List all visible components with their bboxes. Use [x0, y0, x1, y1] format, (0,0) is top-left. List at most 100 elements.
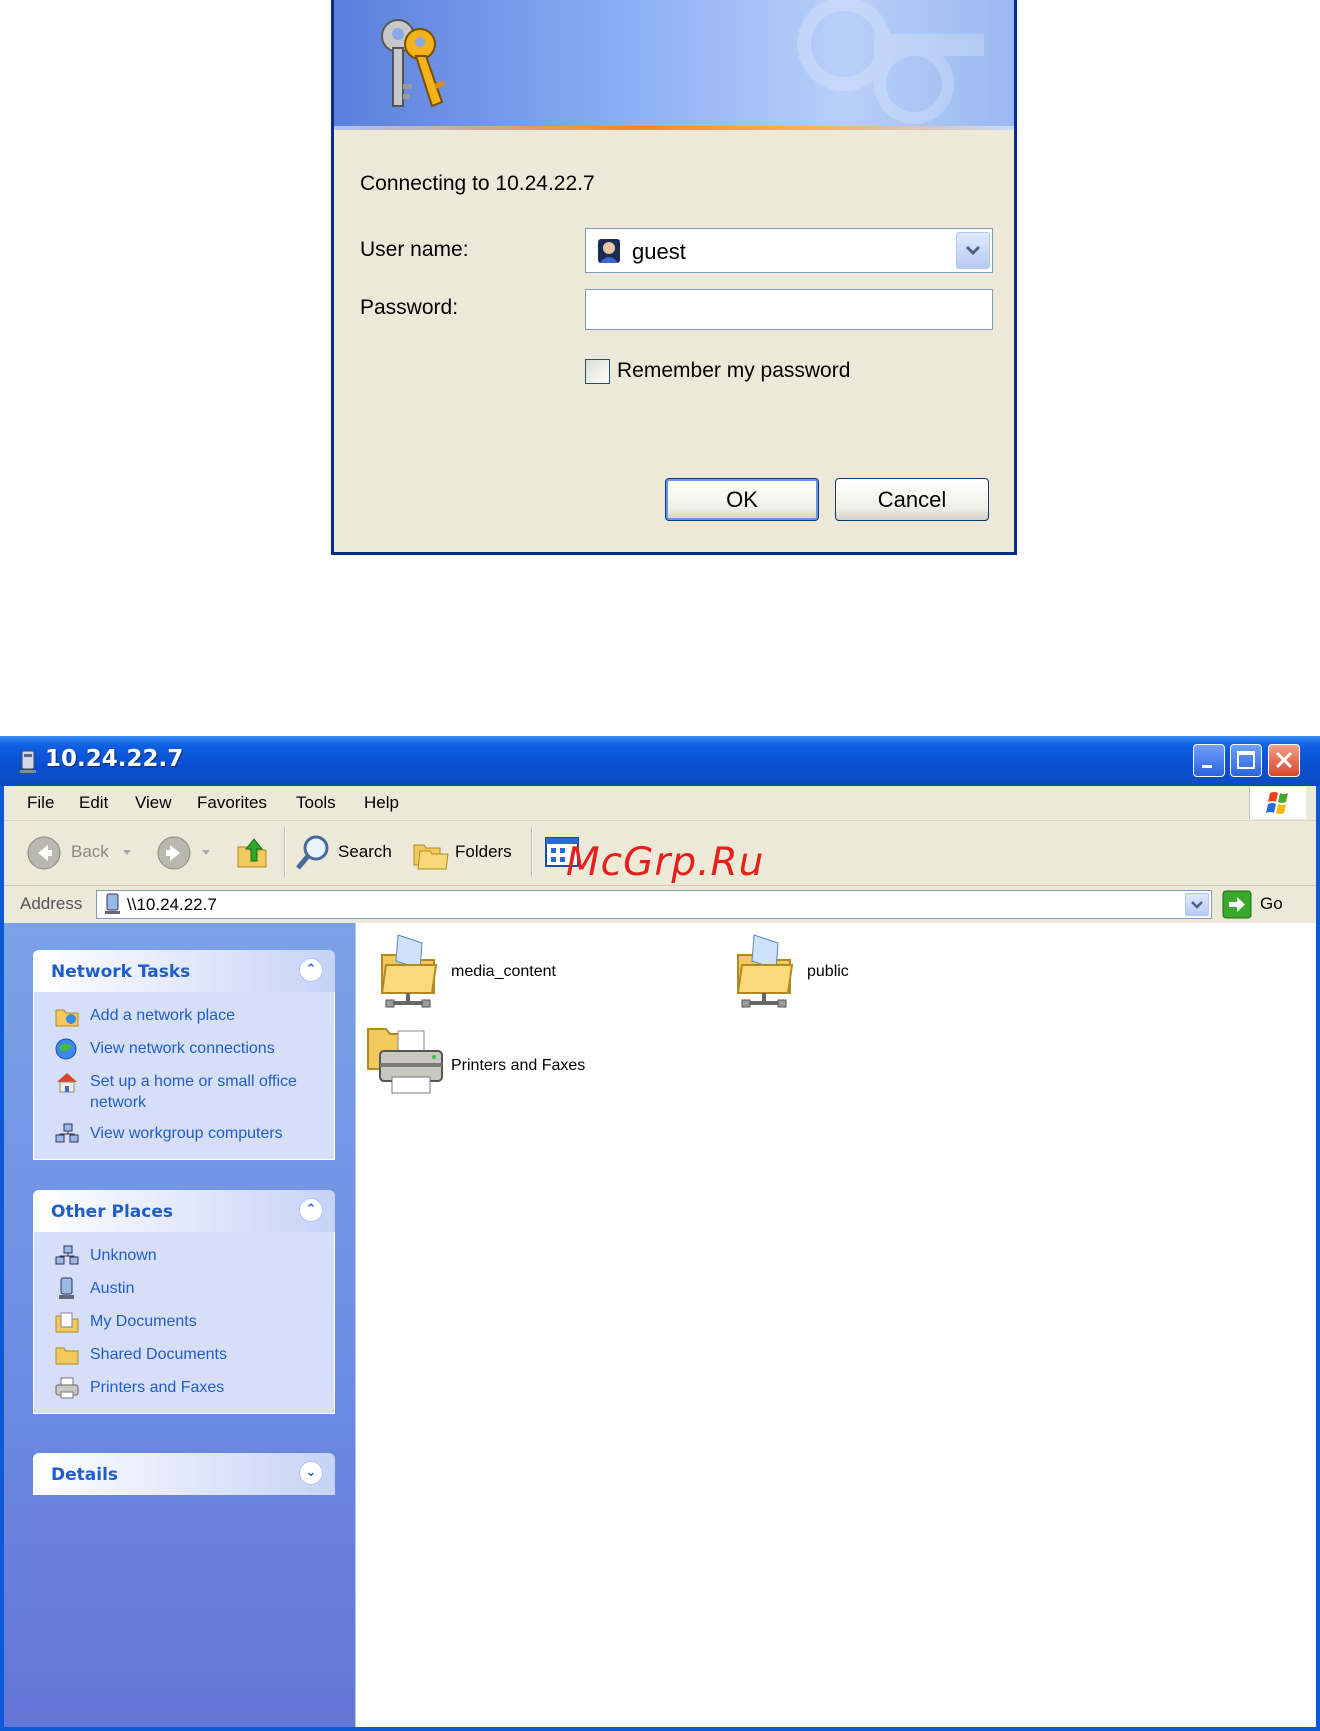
explorer-window: 10.24.22.7 File Edit View Favorites Tool…	[0, 736, 1320, 1731]
menu-bar: File Edit View Favorites Tools Help	[4, 786, 1316, 821]
menu-file[interactable]: File	[27, 793, 54, 813]
task-add-network-place[interactable]: Add a network place	[34, 1000, 334, 1033]
item-label: Printers and Faxes	[451, 1057, 586, 1074]
printers-and-faxes-folder[interactable]: Printers and Faxes	[366, 1019, 686, 1099]
window-title: 10.24.22.7	[45, 746, 184, 772]
printers-folder-icon	[367, 1028, 443, 1094]
network-tasks-title: Network Tasks	[51, 962, 191, 982]
toolbar-separator	[531, 827, 533, 877]
password-label: Password:	[360, 296, 459, 319]
maximize-button[interactable]	[1230, 744, 1262, 777]
minimize-button[interactable]	[1193, 744, 1225, 777]
go-button[interactable]: Go	[1222, 890, 1312, 919]
remember-password-checkbox[interactable]	[585, 359, 610, 384]
back-arrow-icon[interactable]	[26, 835, 62, 871]
address-input[interactable]: \\10.24.22.7	[96, 890, 1212, 919]
up-folder-icon[interactable]	[234, 835, 270, 871]
username-combobox[interactable]: guest	[585, 228, 993, 273]
banner-stripe	[334, 126, 1014, 130]
keys-icon	[381, 19, 446, 108]
other-places-body: Unknown Austin My Documents Shared Docum…	[33, 1232, 335, 1414]
menu-help[interactable]: Help	[364, 793, 399, 813]
place-my-documents[interactable]: My Documents	[34, 1306, 334, 1339]
folders-button-label[interactable]: Folders	[455, 842, 512, 862]
item-label: media_content	[451, 963, 556, 980]
collapse-chevron-icon[interactable]: ⌃	[299, 958, 323, 982]
share-public[interactable]: public	[732, 929, 1032, 1013]
share-media-content[interactable]: media_content	[376, 929, 696, 1013]
search-icon[interactable]	[294, 833, 332, 873]
network-computer-icon	[105, 893, 120, 914]
network-computer-icon	[20, 750, 36, 773]
my-documents-icon	[55, 1312, 79, 1333]
go-label: Go	[1260, 894, 1283, 913]
shared-folder-icon	[736, 934, 794, 1008]
cancel-button[interactable]: Cancel	[835, 478, 989, 521]
shared-folder-icon	[380, 934, 438, 1008]
other-places-panel: Other Places ⌃ Unknown Austin My Documen…	[33, 1190, 335, 1414]
address-value: \\10.24.22.7	[127, 895, 217, 914]
username-label: User name:	[360, 238, 469, 261]
item-label: public	[807, 963, 849, 980]
task-view-network-connections[interactable]: View network connections	[34, 1033, 334, 1066]
place-shared-documents[interactable]: Shared Documents	[34, 1339, 334, 1372]
other-places-header[interactable]: Other Places ⌃	[33, 1190, 335, 1232]
go-arrow-icon	[1222, 890, 1252, 919]
back-dropdown-icon[interactable]	[122, 849, 132, 857]
computer-icon	[59, 1277, 74, 1299]
menu-tools[interactable]: Tools	[296, 793, 336, 813]
collapse-chevron-icon[interactable]: ⌃	[299, 1198, 323, 1222]
details-panel: Details ⌄	[33, 1453, 335, 1495]
keys-watermark-icon	[797, 0, 984, 124]
minimize-icon	[1202, 765, 1212, 768]
expand-chevron-icon[interactable]: ⌄	[299, 1461, 323, 1485]
address-label: Address	[20, 894, 83, 913]
title-bar[interactable]: 10.24.22.7	[0, 736, 1320, 786]
windows-flag-icon	[1266, 792, 1288, 814]
remember-password-label[interactable]: Remember my password	[617, 359, 850, 383]
close-button[interactable]	[1268, 744, 1300, 777]
forward-dropdown-icon[interactable]	[201, 849, 211, 857]
menu-favorites[interactable]: Favorites	[197, 793, 267, 813]
dialog-banner	[334, 0, 1014, 130]
address-dropdown-button[interactable]	[1185, 893, 1209, 916]
forward-arrow-icon[interactable]	[156, 835, 192, 871]
details-header[interactable]: Details ⌄	[33, 1453, 335, 1495]
login-dialog: Connecting to 10.24.22.7 User name: gues…	[331, 0, 1017, 555]
task-view-workgroup-computers[interactable]: View workgroup computers	[34, 1118, 334, 1151]
place-austin[interactable]: Austin	[34, 1273, 334, 1306]
details-title: Details	[51, 1465, 119, 1485]
workgroup-computers-icon	[55, 1245, 79, 1265]
task-pane: Network Tasks ⌃ Add a network place View…	[4, 923, 355, 1727]
file-view: media_content public Printers and Faxes	[355, 923, 1316, 1727]
password-input[interactable]	[585, 289, 993, 330]
place-printers-and-faxes[interactable]: Printers and Faxes	[34, 1372, 334, 1405]
task-setup-home-network[interactable]: Set up a home or small office network	[34, 1066, 334, 1118]
folder-icon	[55, 1347, 79, 1365]
username-dropdown-button[interactable]	[956, 232, 990, 269]
printer-icon	[55, 1377, 79, 1399]
other-places-title: Other Places	[51, 1202, 173, 1222]
add-network-place-icon	[55, 1009, 79, 1027]
back-button-label[interactable]: Back	[71, 842, 109, 862]
network-tasks-header[interactable]: Network Tasks ⌃	[33, 950, 335, 992]
menu-view[interactable]: View	[135, 793, 172, 813]
windows-logo	[1249, 787, 1306, 819]
user-icon	[598, 239, 620, 263]
chevron-down-icon	[965, 245, 981, 256]
place-unknown[interactable]: Unknown	[34, 1240, 334, 1273]
network-tasks-body: Add a network place View network connect…	[33, 992, 335, 1160]
workgroup-computers-icon	[55, 1123, 79, 1143]
toolbar-separator	[284, 827, 286, 877]
folders-icon[interactable]	[412, 835, 450, 871]
network-connections-icon	[55, 1038, 77, 1060]
watermark-text: McGrp.Ru	[566, 840, 765, 885]
search-button-label[interactable]: Search	[338, 842, 392, 862]
menu-edit[interactable]: Edit	[79, 793, 108, 813]
close-icon	[1275, 751, 1293, 769]
connecting-text: Connecting to 10.24.22.7	[360, 172, 595, 195]
home-network-icon	[57, 1073, 77, 1093]
chevron-down-icon	[1191, 901, 1203, 909]
address-bar: Address \\10.24.22.7 Go	[4, 886, 1316, 922]
ok-button[interactable]: OK	[665, 478, 819, 521]
